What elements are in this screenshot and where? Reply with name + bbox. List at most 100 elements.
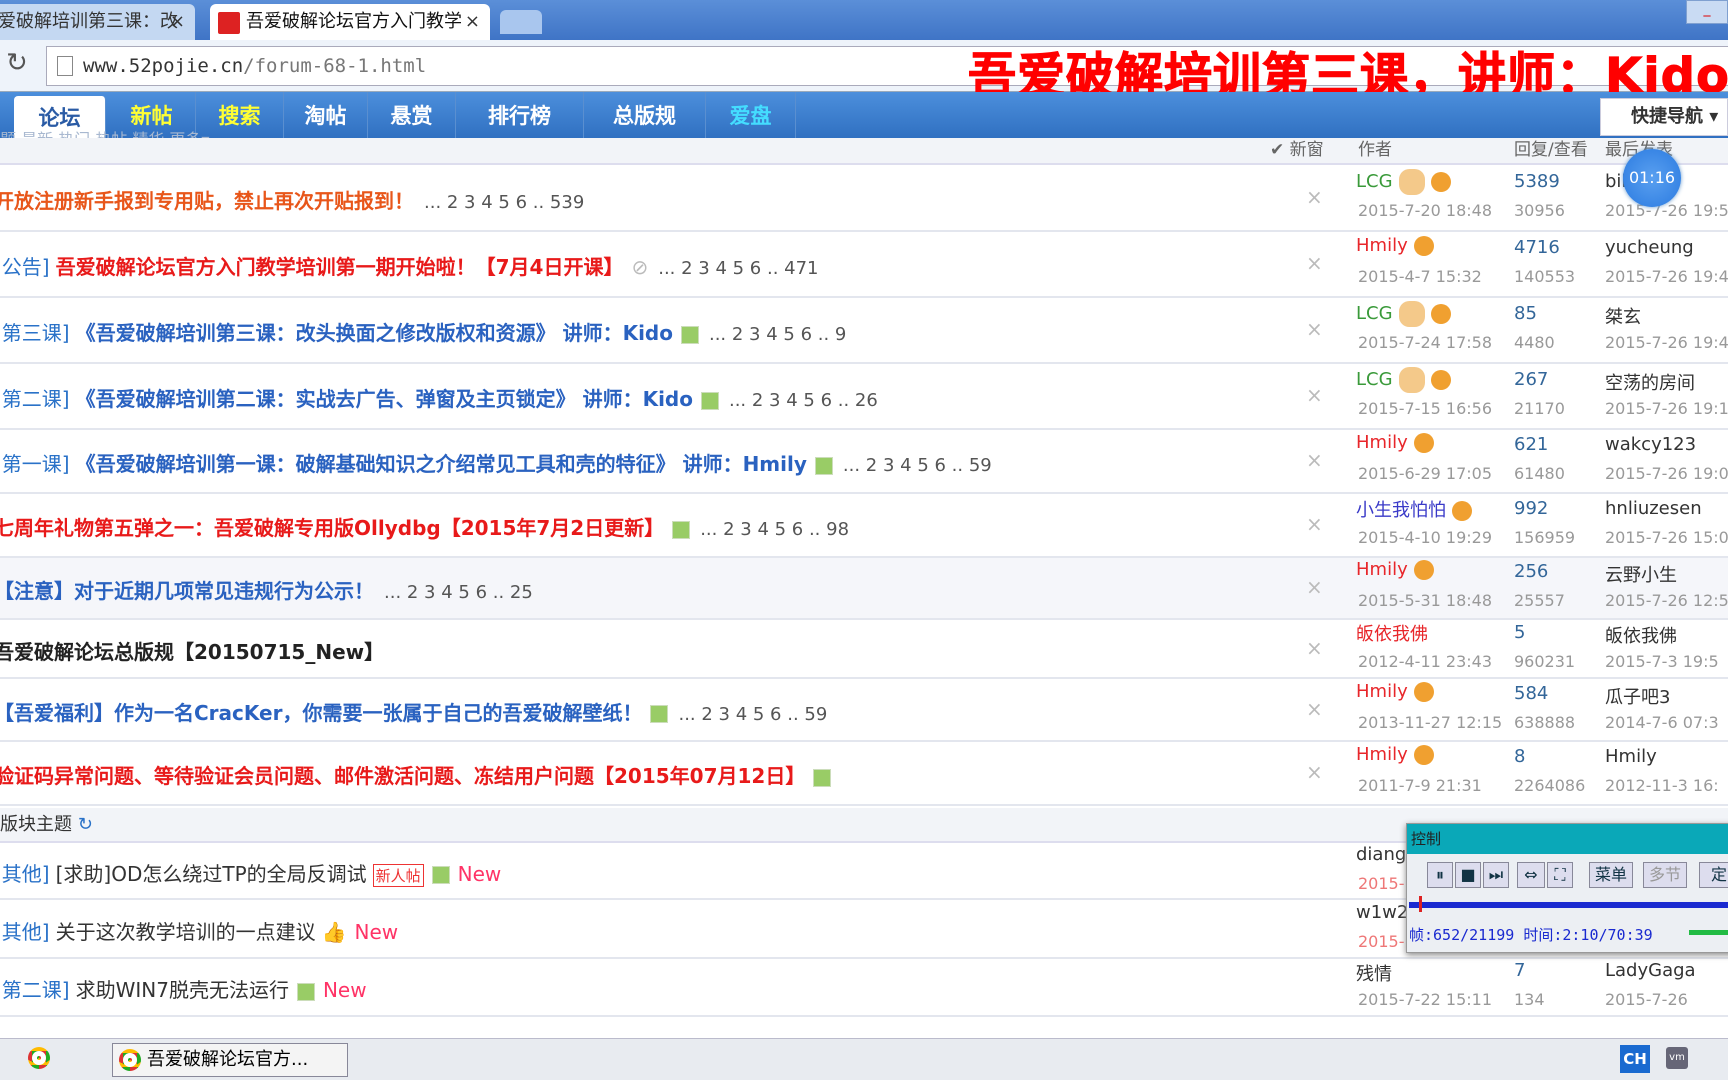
close-icon[interactable]: ×	[170, 4, 185, 40]
reply-count[interactable]: 256	[1514, 561, 1548, 582]
thread-title-link[interactable]: 求助WIN7脱壳无法运行	[76, 978, 289, 1002]
set-button[interactable]: 定	[1699, 862, 1728, 888]
ime-indicator[interactable]: CH	[1620, 1045, 1650, 1073]
reply-count[interactable]: 621	[1514, 434, 1548, 455]
last-post-date[interactable]: 2015-7-26 19:0	[1605, 464, 1728, 483]
nav-item[interactable]: 排行榜	[456, 92, 584, 140]
thread-title-link[interactable]: 吾爱破解论坛总版规【20150715_New】	[0, 640, 384, 664]
page-links[interactable]: ... 2 3 4 5 6 .. 26	[729, 390, 878, 411]
new-window-checkbox[interactable]: ✔ 新窗	[1270, 138, 1324, 162]
last-poster-link[interactable]: Hmily	[1605, 746, 1657, 767]
stop-button[interactable]: ■	[1455, 862, 1481, 888]
taskbar-chrome-window[interactable]: 吾爱破解论坛官方...	[112, 1043, 348, 1077]
page-links[interactable]: ... 2 3 4 5 6 .. 539	[424, 192, 584, 213]
thread-category-link[interactable]: [第二课]	[0, 387, 70, 411]
page-links[interactable]: ... 2 3 4 5 6 .. 59	[678, 704, 827, 725]
last-post-date[interactable]: 2015-7-26 19:1	[1605, 399, 1728, 418]
last-post-date[interactable]: 2015-7-26 15:0	[1605, 528, 1728, 547]
reply-count[interactable]: 4716	[1514, 237, 1560, 258]
last-post-date[interactable]: 2014-7-6 07:3	[1605, 713, 1719, 732]
volume-slider[interactable]	[1689, 930, 1728, 935]
nav-item[interactable]: 总版规	[584, 92, 706, 140]
close-icon[interactable]: ×	[1306, 251, 1323, 275]
nav-item[interactable]: 淘帖	[284, 92, 368, 140]
thread-title-link[interactable]: [求助]OD怎么绕过TP的全局反调试	[56, 862, 367, 886]
minimize-icon[interactable]: _	[1686, 0, 1728, 24]
refresh-icon[interactable]: ↻	[78, 814, 93, 835]
thread-category-link[interactable]: [第三课]	[0, 321, 70, 345]
author-link[interactable]: Hmily	[1356, 235, 1408, 256]
reply-count[interactable]: 584	[1514, 683, 1548, 704]
thread-title-link[interactable]: 七周年礼物第五弹之一：吾爱破解专用版Ollydbg【2015年7月2日更新】	[0, 516, 664, 540]
thread-title-link[interactable]: 开放注册新手报到专用贴，禁止再次开贴报到！	[0, 189, 414, 213]
last-poster-link[interactable]: hnliuzesen	[1605, 498, 1702, 519]
author-link[interactable]: LCG	[1356, 369, 1393, 390]
thread-title-link[interactable]: 【吾爱福利】作为一名CracKer，你需要一张属于自己的吾爱破解壁纸！	[0, 701, 642, 725]
fit-window-button[interactable]: ⇔	[1517, 862, 1545, 888]
progress-track[interactable]	[1409, 902, 1728, 908]
nav-item[interactable]: 爱盘	[706, 92, 796, 140]
last-poster-link[interactable]: 空荡的房间	[1605, 369, 1695, 395]
last-poster-link[interactable]: 皈依我佛	[1605, 622, 1677, 648]
reply-count[interactable]: 992	[1514, 498, 1548, 519]
close-icon[interactable]: ×	[1306, 448, 1323, 472]
last-post-date[interactable]: 2012-11-3 16:	[1605, 776, 1719, 795]
vmware-tray-icon[interactable]: vm	[1666, 1047, 1688, 1069]
reply-count[interactable]: 5	[1514, 622, 1525, 643]
chrome-icon[interactable]	[28, 1047, 50, 1069]
thread-title-link[interactable]: 《吾爱破解培训第三课：改头换面之修改版权和资源》 讲师：Kido	[76, 321, 673, 345]
close-icon[interactable]: ×	[465, 4, 480, 40]
author-link[interactable]: Hmily	[1356, 559, 1408, 580]
last-poster-link[interactable]: yucheung	[1605, 237, 1694, 258]
close-icon[interactable]: ×	[1306, 383, 1323, 407]
last-poster-link[interactable]: 瓜子吧3	[1605, 683, 1670, 709]
last-poster-link[interactable]: 桀玄	[1605, 303, 1641, 329]
reply-count[interactable]: 7	[1514, 960, 1525, 981]
last-post-date[interactable]: 2015-7-26 19:5	[1605, 201, 1728, 220]
thread-title-link[interactable]: 关于这次教学培训的一点建议	[56, 920, 316, 944]
last-poster-link[interactable]: 云野小生	[1605, 561, 1677, 587]
thread-category-link[interactable]: [公告]	[0, 255, 50, 279]
pause-button[interactable]: ⏸	[1427, 862, 1453, 888]
last-post-date[interactable]: 2015-7-26	[1605, 990, 1688, 1009]
close-icon[interactable]: ×	[1306, 636, 1323, 660]
reply-count[interactable]: 267	[1514, 369, 1548, 390]
author-link[interactable]: Hmily	[1356, 432, 1408, 453]
thread-category-link[interactable]: [第二课]	[0, 978, 70, 1002]
reply-count[interactable]: 5389	[1514, 171, 1560, 192]
last-poster-link[interactable]: LadyGaga	[1605, 960, 1696, 981]
fullscreen-button[interactable]: ⛶	[1547, 862, 1573, 888]
page-links[interactable]: ... 2 3 4 5 6 .. 59	[843, 455, 992, 476]
author-link[interactable]: 小生我怕怕	[1356, 500, 1446, 521]
thread-category-link[interactable]: [其他]	[0, 862, 50, 886]
last-post-date[interactable]: 2015-7-26 19:4	[1605, 333, 1728, 352]
author-link[interactable]: Hmily	[1356, 744, 1408, 765]
progress-slider[interactable]	[1419, 896, 1423, 912]
close-icon[interactable]: ×	[1306, 317, 1323, 341]
quick-nav-button[interactable]: 快捷导航 ▾	[1600, 98, 1728, 136]
page-links[interactable]: ... 2 3 4 5 6 .. 9	[709, 324, 846, 345]
browser-tab[interactable]: 爱破解培训第三课：改 ×	[0, 4, 195, 40]
thread-category-link[interactable]: [其他]	[0, 920, 50, 944]
author-link[interactable]: LCG	[1356, 171, 1393, 192]
reply-count[interactable]: 85	[1514, 303, 1537, 324]
close-icon[interactable]: ×	[1306, 575, 1323, 599]
close-icon[interactable]: ×	[1306, 185, 1323, 209]
last-post-date[interactable]: 2015-7-26 12:5	[1605, 591, 1728, 610]
close-icon[interactable]: ×	[1306, 697, 1323, 721]
page-links[interactable]: ... 2 3 4 5 6 .. 471	[658, 258, 818, 279]
browser-tab-active[interactable]: 吾爱破解论坛官方入门教学 ×	[210, 4, 490, 40]
close-icon[interactable]: ×	[1306, 760, 1323, 784]
reply-count[interactable]: 8	[1514, 746, 1525, 767]
last-poster-link[interactable]: wakcy123	[1605, 434, 1696, 455]
page-links[interactable]: ... 2 3 4 5 6 .. 25	[384, 582, 533, 603]
reload-icon[interactable]: ↻	[6, 48, 28, 78]
author-link[interactable]: 皈依我佛	[1356, 624, 1428, 645]
multi-section-button[interactable]: 多节	[1643, 862, 1687, 888]
last-post-date[interactable]: 2015-7-26 19:4	[1605, 267, 1728, 286]
menu-button[interactable]: 菜单	[1589, 862, 1633, 888]
close-icon[interactable]: ×	[1306, 512, 1323, 536]
author-link[interactable]: Hmily	[1356, 681, 1408, 702]
author-link[interactable]: 残情	[1356, 960, 1392, 986]
nav-item[interactable]: 悬赏	[368, 92, 456, 140]
